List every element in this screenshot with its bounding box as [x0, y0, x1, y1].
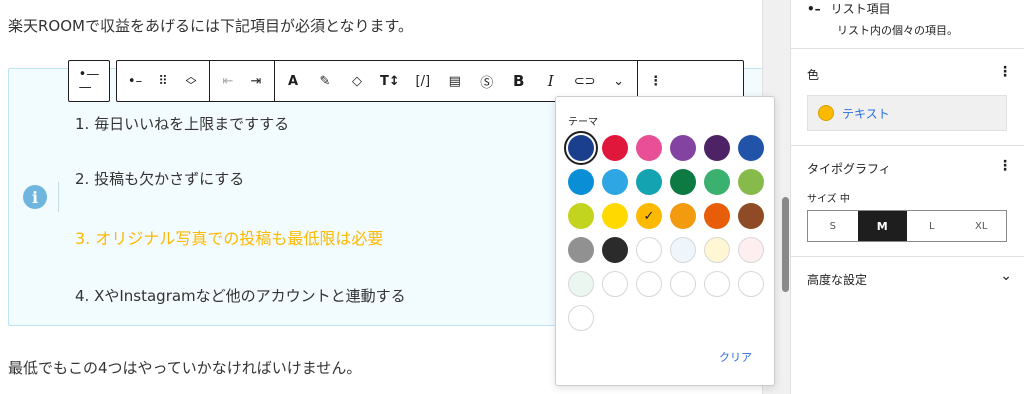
color-swatch-25[interactable]	[568, 271, 594, 297]
color-swatch-8[interactable]	[602, 169, 628, 195]
color-swatches	[564, 131, 768, 331]
more-vertical-icon[interactable]: ⋮	[998, 158, 1012, 174]
color-section-title: 色	[807, 68, 820, 82]
list-item-1[interactable]: 1. 毎日いいねを上限まですする	[75, 113, 289, 134]
font-size-label: サイズ 中	[807, 194, 850, 205]
color-swatch-26[interactable]	[602, 271, 628, 297]
palette-title: テーマ	[568, 117, 598, 128]
chevron-down-icon[interactable]: ⌄	[605, 61, 633, 101]
code-icon[interactable]: [/]	[409, 61, 437, 101]
tag-icon[interactable]: ◇	[343, 61, 371, 101]
color-swatch-17[interactable]	[704, 203, 730, 229]
list-item-2[interactable]: 2. 投稿も欠かさずにする	[75, 168, 244, 189]
toolbar-group-format: A ✎ ◇ T↕ [/] ▤ Ⓢ B I ⊂⊃ ⌄	[275, 61, 638, 101]
intro-paragraph[interactable]: 楽天ROOMで収益をあげるには下記項目が必須となります。	[8, 15, 413, 36]
parent-block-button[interactable]: •— —	[68, 60, 110, 102]
advanced-section-title[interactable]: 高度な設定	[807, 271, 867, 288]
list-item-icon: •–	[807, 1, 821, 16]
link-icon[interactable]: ⊂⊃	[569, 61, 601, 101]
font-icon[interactable]: A	[279, 61, 307, 101]
divider	[791, 256, 1024, 257]
info-icon: i	[23, 185, 47, 209]
indent-icon[interactable]: ⇥	[242, 61, 270, 101]
color-swatch-12[interactable]	[738, 169, 764, 195]
color-swatch-1[interactable]	[564, 131, 598, 165]
color-swatch-2[interactable]	[602, 135, 628, 161]
color-swatch-30[interactable]	[738, 271, 764, 297]
italic-icon[interactable]: I	[537, 61, 565, 101]
more-vertical-icon[interactable]: ⋮	[642, 61, 670, 101]
clear-color-button[interactable]: クリア	[719, 349, 752, 365]
brush-icon[interactable]: ✎	[311, 61, 339, 101]
color-indicator	[818, 105, 834, 121]
color-swatch-28[interactable]	[670, 271, 696, 297]
toolbar-group-options: ⋮	[638, 61, 674, 101]
more-vertical-icon[interactable]: ⋮	[998, 64, 1012, 80]
block-description: リスト内の個々の項目。	[837, 24, 958, 37]
bold-icon[interactable]: B	[505, 61, 533, 101]
list-item-3[interactable]: 3. オリジナル写真での投稿も最低限は必要	[75, 225, 383, 249]
color-swatch-13[interactable]	[568, 203, 594, 229]
color-swatch-9[interactable]	[636, 169, 662, 195]
list-item-4[interactable]: 4. XやInstagramなど他のアカウントと連動する	[75, 285, 406, 306]
chevron-down-icon[interactable]: ⌄	[1000, 268, 1012, 284]
color-swatch-24[interactable]	[738, 237, 764, 263]
divider	[791, 145, 1024, 146]
outro-paragraph[interactable]: 最低でもこの4つはやっていかなければいけません。	[8, 357, 361, 378]
color-swatch-29[interactable]	[704, 271, 730, 297]
font-size-picker: S M L XL	[807, 210, 1007, 242]
color-swatch-4[interactable]	[670, 135, 696, 161]
color-swatch-22[interactable]	[670, 237, 696, 263]
toolbar-group-block: •– ⠿ ︿ ﹀	[117, 61, 210, 101]
color-swatch-16[interactable]	[670, 203, 696, 229]
settings-sidebar: •– リスト項目 リスト内の個々の項目。 色 ⋮ テキスト タイポグラフィ ⋮ …	[790, 0, 1024, 394]
color-swatch-27[interactable]	[636, 271, 662, 297]
color-swatch-10[interactable]	[670, 169, 696, 195]
toolbar-group-indent: ⇤ ⇥	[210, 61, 275, 101]
size-option-l[interactable]: L	[907, 211, 957, 241]
color-swatch-18[interactable]	[738, 203, 764, 229]
block-card: •– リスト項目	[807, 0, 891, 17]
size-option-m[interactable]: M	[857, 211, 907, 241]
document-icon[interactable]: ▤	[441, 61, 469, 101]
coin-icon[interactable]: Ⓢ	[473, 61, 501, 101]
font-size-icon[interactable]: T↕	[375, 61, 405, 101]
scrollbar-thumb[interactable]	[782, 197, 789, 292]
size-option-xl[interactable]: XL	[957, 211, 1007, 241]
info-divider	[58, 182, 59, 212]
color-swatch-3[interactable]	[636, 135, 662, 161]
text-color-button[interactable]: テキスト	[807, 95, 1007, 131]
size-option-s[interactable]: S	[808, 211, 858, 241]
block-name: リスト項目	[830, 2, 891, 16]
divider	[791, 48, 1024, 49]
color-swatch-6[interactable]	[738, 135, 764, 161]
color-swatch-5[interactable]	[704, 135, 730, 161]
list-item-icon[interactable]: •–	[121, 61, 149, 101]
text-color-label: テキスト	[842, 106, 890, 121]
color-swatch-15[interactable]	[636, 203, 662, 229]
color-swatch-14[interactable]	[602, 203, 628, 229]
color-swatch-23[interactable]	[704, 237, 730, 263]
color-swatch-19[interactable]	[568, 237, 594, 263]
outdent-icon[interactable]: ⇤	[214, 61, 242, 101]
typography-section-title: タイポグラフィ	[807, 162, 891, 176]
color-swatch-11[interactable]	[704, 169, 730, 195]
color-palette-popover: テーマ クリア	[555, 96, 775, 386]
list-parent-icon: •— —	[78, 67, 100, 95]
color-swatch-21[interactable]	[636, 237, 662, 263]
color-swatch-7[interactable]	[568, 169, 594, 195]
drag-icon[interactable]: ⠿	[149, 61, 177, 101]
chevron-updown-icon[interactable]: ︿ ﹀	[177, 61, 205, 101]
color-swatch-31[interactable]	[568, 305, 594, 331]
color-swatch-20[interactable]	[602, 237, 628, 263]
